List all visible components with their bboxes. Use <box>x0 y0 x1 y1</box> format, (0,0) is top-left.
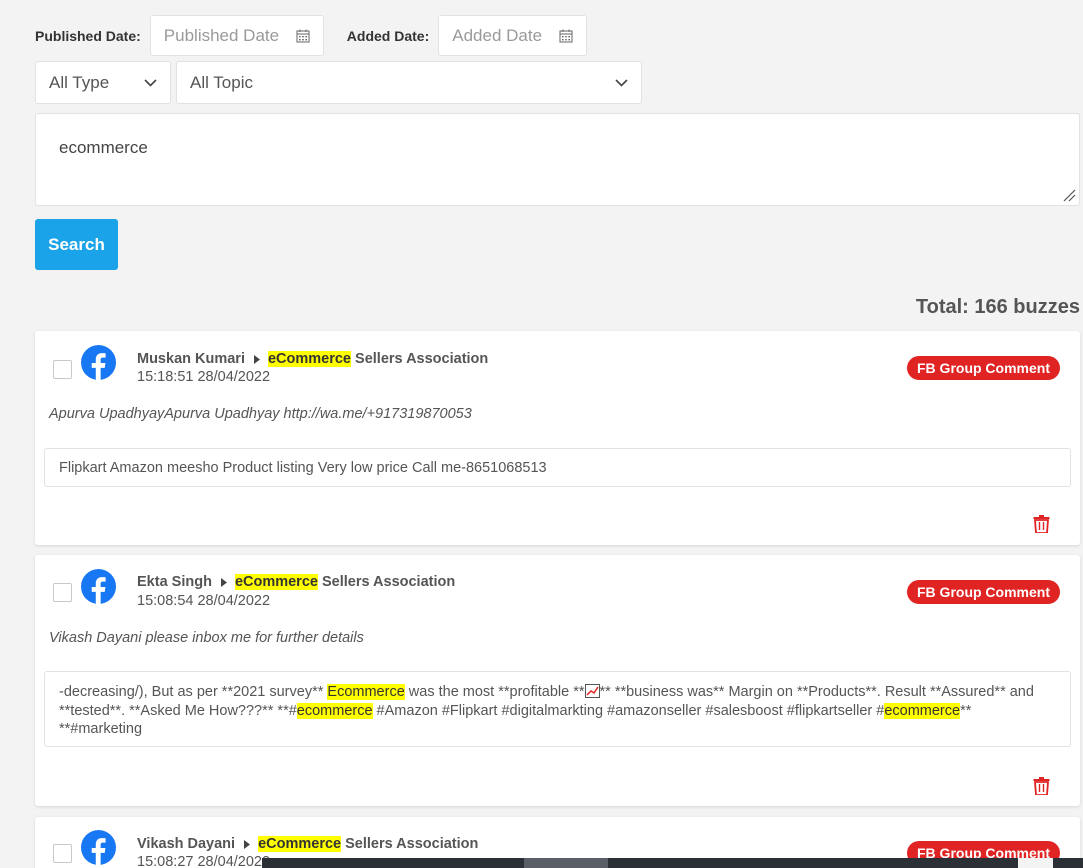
author-line: Vikash Dayani eCommerce Sellers Associat… <box>137 836 478 852</box>
group-name[interactable]: Sellers Association <box>318 574 455 590</box>
select-checkbox[interactable] <box>53 844 72 863</box>
keyword-highlight: ecommerce <box>884 702 961 719</box>
buzz-card: Muskan Kumari eCommerce Sellers Associat… <box>35 331 1080 545</box>
total-count: Total: 166 buzzes <box>915 296 1080 318</box>
facebook-icon <box>81 830 116 865</box>
caret-right-icon <box>253 354 260 364</box>
horizontal-scrollbar[interactable] <box>262 858 1083 868</box>
parent-post: Vikash Dayani please inbox me for furthe… <box>49 630 364 646</box>
group-highlight: eCommerce <box>258 836 342 852</box>
group-highlight: eCommerce <box>267 351 351 367</box>
published-date-label: Published Date: <box>35 27 141 44</box>
type-select[interactable]: All Type <box>35 61 171 104</box>
scrollbar-segment <box>1018 858 1053 868</box>
topic-select[interactable]: All Topic <box>176 61 642 104</box>
select-checkbox[interactable] <box>53 583 72 602</box>
added-date-placeholder: Added Date <box>452 25 543 45</box>
published-date-placeholder: Published Date <box>163 25 280 45</box>
calendar-icon[interactable] <box>559 29 573 43</box>
added-date-label: Added Date: <box>346 27 430 44</box>
timestamp: 15:08:54 28/04/2022 <box>137 593 271 609</box>
comment-content: -decreasing/), But as per **2021 survey*… <box>44 671 1071 747</box>
chart-emoji-icon <box>584 684 600 698</box>
group-name[interactable]: Sellers Association <box>341 836 478 852</box>
author-name[interactable]: Vikash Dayani <box>137 836 235 852</box>
caret-right-icon <box>220 577 227 587</box>
buzz-card: Ekta Singh eCommerce Sellers Association… <box>35 555 1080 806</box>
comment-text: was the most **profitable ** <box>404 684 585 700</box>
trash-icon[interactable] <box>1033 515 1050 533</box>
date-filters: Published Date: Published Date Added Dat… <box>35 15 588 56</box>
parent-post: Apurva UpadhyayApurva Upadhyay http://wa… <box>49 406 472 422</box>
author-name[interactable]: Ekta Singh <box>137 574 212 590</box>
keyword-highlight: ecommerce <box>296 702 373 719</box>
group-highlight: eCommerce <box>234 574 318 590</box>
scrollbar-thumb[interactable] <box>524 858 608 868</box>
type-select-value: All Type <box>49 72 110 92</box>
query-textarea[interactable]: ecommerce <box>35 113 1080 206</box>
topic-select-value: All Topic <box>190 72 253 92</box>
select-checkbox[interactable] <box>53 360 72 379</box>
facebook-icon <box>81 569 116 604</box>
timestamp: 15:18:51 28/04/2022 <box>137 369 271 385</box>
author-line: Ekta Singh eCommerce Sellers Association <box>137 574 455 590</box>
query-text: ecommerce <box>59 138 148 157</box>
author-line: Muskan Kumari eCommerce Sellers Associat… <box>137 351 488 367</box>
facebook-icon <box>81 345 116 380</box>
comment-text: -decreasing/), But as per **2021 survey*… <box>59 684 328 700</box>
resize-handle-icon[interactable] <box>1062 188 1076 202</box>
keyword-highlight: Ecommerce <box>327 684 405 700</box>
type-badge: FB Group Comment <box>907 356 1060 380</box>
trash-icon[interactable] <box>1033 777 1050 795</box>
type-badge: FB Group Comment <box>907 580 1060 604</box>
comment-text: Flipkart Amazon meesho Product listing V… <box>59 460 547 476</box>
timestamp: 15:08:27 28/04/2022 <box>137 854 271 868</box>
added-date-input[interactable]: Added Date <box>438 15 588 56</box>
group-name[interactable]: Sellers Association <box>351 351 488 367</box>
comment-text: #Amazon #Flipkart #digitalmarkting #amaz… <box>372 702 885 719</box>
author-name[interactable]: Muskan Kumari <box>137 351 245 367</box>
calendar-icon[interactable] <box>296 29 310 43</box>
caret-right-icon <box>244 839 251 849</box>
chevron-down-icon <box>144 78 157 87</box>
search-button[interactable]: Search <box>35 219 118 270</box>
published-date-input[interactable]: Published Date <box>149 15 324 56</box>
chevron-down-icon <box>615 78 628 87</box>
comment-content: Flipkart Amazon meesho Product listing V… <box>44 448 1071 487</box>
